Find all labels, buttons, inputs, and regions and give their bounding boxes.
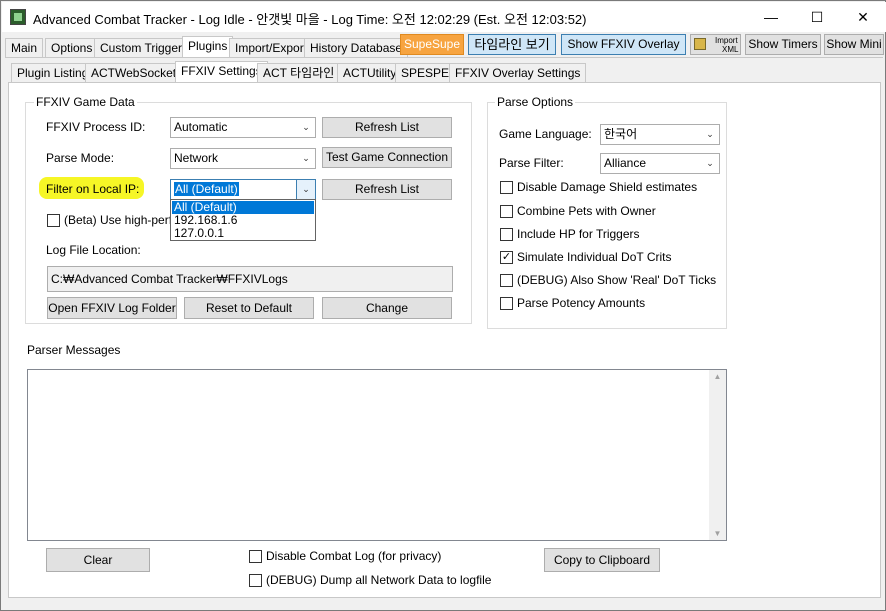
local-ip-value: All (Default) <box>174 182 239 196</box>
tab-ffxiv-settings[interactable]: FFXIV Settings <box>175 61 268 83</box>
scroll-up-icon[interactable]: ▲ <box>709 372 726 381</box>
timeline-button[interactable]: 타임라인 보기 <box>468 34 556 55</box>
simulate-dot-crits-label: Simulate Individual DoT Crits <box>517 250 672 264</box>
parse-mode-label: Parse Mode: <box>46 151 115 165</box>
combine-pets-label: Combine Pets with Owner <box>517 204 656 218</box>
refresh-list-button[interactable]: Refresh List <box>322 117 452 138</box>
parse-mode-value: Network <box>174 151 219 165</box>
log-location-label: Log File Location: <box>46 243 141 257</box>
clear-button[interactable]: Clear <box>46 548 150 572</box>
folder-icon <box>694 38 706 50</box>
maximize-button[interactable]: ☐ <box>794 3 840 32</box>
parse-potency-checkbox[interactable] <box>500 297 513 310</box>
tab-plugins[interactable]: Plugins <box>182 36 234 58</box>
window-title: Advanced Combat Tracker - Log Idle - 안갯빛… <box>33 12 587 27</box>
parse-filter-combo[interactable]: Alliance ⌄ <box>600 153 720 174</box>
chevron-down-icon: ⌄ <box>706 129 714 139</box>
reset-default-button[interactable]: Reset to Default <box>184 297 314 319</box>
parse-filter-value: Alliance <box>604 156 647 170</box>
tab-divider <box>5 57 883 58</box>
local-ip-label: Filter on Local IP: <box>46 182 140 196</box>
minimize-button[interactable]: — <box>748 3 794 32</box>
tab-ffxiv-overlay-settings[interactable]: FFXIV Overlay Settings <box>449 63 587 83</box>
scroll-down-icon[interactable]: ▼ <box>709 529 726 538</box>
beta-high-perf-label: (Beta) Use high-perfo <box>64 213 179 227</box>
copy-clipboard-button[interactable]: Copy to Clipboard <box>544 548 660 572</box>
include-hp-label: Include HP for Triggers <box>517 227 640 241</box>
tab-act-timeline[interactable]: ACT 타임라인 <box>257 63 341 83</box>
dump-network-checkbox[interactable] <box>249 574 262 587</box>
real-dot-ticks-checkbox[interactable] <box>500 274 513 287</box>
show-mini-button[interactable]: Show Mini <box>824 34 884 55</box>
log-path-field[interactable]: C:₩Advanced Combat Tracker₩FFXIVLogs <box>47 266 453 292</box>
import-xml-button[interactable]: Import XML <box>690 34 741 55</box>
simulate-dot-crits-checkbox[interactable]: ✓ <box>500 251 513 264</box>
tab-history-database[interactable]: History Database <box>304 38 409 58</box>
disable-damage-shield-label: Disable Damage Shield estimates <box>517 180 698 194</box>
game-language-label: Game Language: <box>499 127 592 141</box>
include-hp-checkbox[interactable] <box>500 228 513 241</box>
process-id-value: Automatic <box>174 120 228 134</box>
import-label: Import <box>715 36 738 45</box>
game-language-combo[interactable]: 한국어 ⌄ <box>600 124 720 145</box>
tab-spespe[interactable]: SPESPE <box>395 63 456 83</box>
tab-plugin-listing[interactable]: Plugin Listing <box>11 63 95 83</box>
tab-custom-triggers[interactable]: Custom Triggers <box>94 38 195 58</box>
close-button[interactable]: ✕ <box>840 3 886 32</box>
tab-actutility[interactable]: ACTUtility <box>337 63 403 83</box>
tab-import-export[interactable]: Import/Export <box>229 38 314 58</box>
show-timers-button[interactable]: Show Timers <box>745 34 821 55</box>
chevron-down-icon: ⌄ <box>302 153 310 163</box>
test-game-connection-button[interactable]: Test Game Connection <box>322 147 452 168</box>
scrollbar[interactable]: ▲ ▼ <box>709 370 726 540</box>
tab-options[interactable]: Options <box>45 38 99 58</box>
local-ip-combo[interactable]: All (Default) ⌄ <box>170 179 316 200</box>
refresh-list-ip-button[interactable]: Refresh List <box>322 179 452 200</box>
chevron-down-icon: ⌄ <box>706 158 714 168</box>
parse-options-group-label: Parse Options <box>495 95 576 109</box>
disable-combat-log-label: Disable Combat Log (for privacy) <box>266 549 442 563</box>
process-id-label: FFXIV Process ID: <box>46 120 146 134</box>
act-app-icon <box>10 9 26 25</box>
process-id-combo[interactable]: Automatic ⌄ <box>170 117 316 138</box>
beta-high-perf-checkbox[interactable] <box>47 214 60 227</box>
dump-network-label: (DEBUG) Dump all Network Data to logfile <box>266 573 492 587</box>
change-button[interactable]: Change <box>322 297 452 319</box>
parse-potency-label: Parse Potency Amounts <box>517 296 646 310</box>
tab-main[interactable]: Main <box>5 38 44 58</box>
ffxiv-settings-panel: FFXIV Game Data FFXIV Process ID: Automa… <box>8 82 881 598</box>
ip-option-127[interactable]: 127.0.0.1 <box>172 227 314 240</box>
game-language-value: 한국어 <box>604 127 638 141</box>
real-dot-ticks-label: (DEBUG) Also Show 'Real' DoT Ticks <box>517 273 717 287</box>
xml-label: XML <box>722 45 739 54</box>
supesupe-button[interactable]: SupeSupe <box>400 34 464 55</box>
title-bar: Advanced Combat Tracker - Log Idle - 안갯빛… <box>2 2 886 32</box>
parse-filter-label: Parse Filter: <box>499 156 564 170</box>
open-log-folder-button[interactable]: Open FFXIV Log Folder <box>47 297 177 319</box>
disable-damage-shield-checkbox[interactable] <box>500 181 513 194</box>
show-overlay-button[interactable]: Show FFXIV Overlay <box>561 34 686 55</box>
app-window: Advanced Combat Tracker - Log Idle - 안갯빛… <box>0 0 886 611</box>
combine-pets-checkbox[interactable] <box>500 205 513 218</box>
local-ip-dropdown-list: All (Default) 192.168.1.6 127.0.0.1 <box>170 199 316 241</box>
disable-combat-log-checkbox[interactable] <box>249 550 262 563</box>
tab-actwebsocket[interactable]: ACTWebSocket <box>85 63 183 83</box>
game-data-group-label: FFXIV Game Data <box>34 95 137 109</box>
chevron-down-icon: ⌄ <box>302 122 310 132</box>
parser-messages-label: Parser Messages <box>27 343 121 357</box>
parse-mode-combo[interactable]: Network ⌄ <box>170 148 316 169</box>
parser-messages-box[interactable]: ▲ ▼ <box>27 369 727 541</box>
chevron-down-icon: ⌄ <box>296 180 315 199</box>
